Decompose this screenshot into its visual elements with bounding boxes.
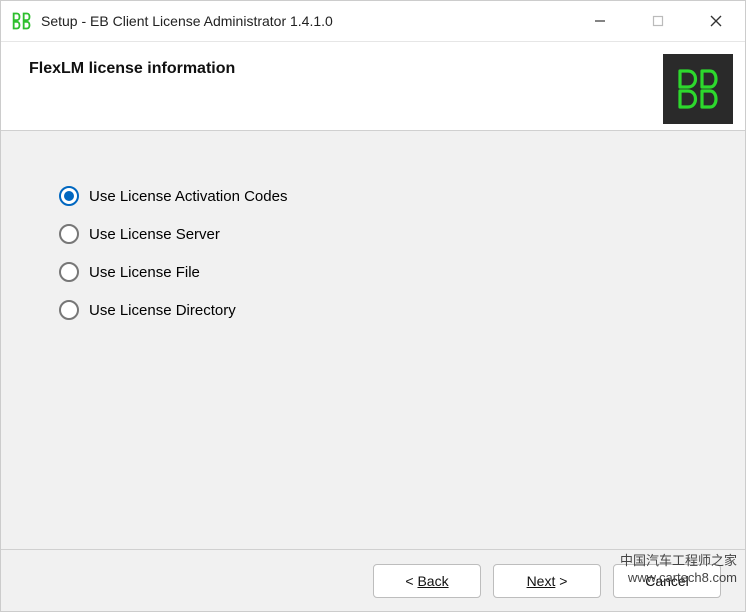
radio-label: Use License Directory [89,302,236,319]
radio-license-directory[interactable]: Use License Directory [59,300,745,320]
maximize-button[interactable] [629,1,687,41]
radio-license-file[interactable]: Use License File [59,262,745,282]
minimize-button[interactable] [571,1,629,41]
radio-license-server[interactable]: Use License Server [59,224,745,244]
radio-label: Use License Activation Codes [89,188,287,205]
wizard-header: FlexLM license information [1,41,745,131]
radio-activation-codes[interactable]: Use License Activation Codes [59,186,745,206]
window-title: Setup - EB Client License Administrator … [41,13,571,29]
page-title: FlexLM license information [29,60,235,78]
wizard-content: Use License Activation Codes Use License… [1,131,745,549]
license-mode-group: Use License Activation Codes Use License… [59,186,745,320]
window-controls [571,1,745,41]
radio-icon [59,186,79,206]
cancel-button[interactable]: Cancel [613,564,721,598]
close-button[interactable] [687,1,745,41]
app-icon [11,10,33,32]
brand-logo [663,54,733,124]
next-button[interactable]: Next > [493,564,601,598]
wizard-footer: < Back Next > Cancel [1,549,745,611]
setup-window: Setup - EB Client License Administrator … [0,0,746,612]
radio-icon [59,300,79,320]
back-button[interactable]: < Back [373,564,481,598]
radio-label: Use License File [89,264,200,281]
radio-icon [59,262,79,282]
radio-icon [59,224,79,244]
titlebar: Setup - EB Client License Administrator … [1,1,745,41]
radio-label: Use License Server [89,226,220,243]
